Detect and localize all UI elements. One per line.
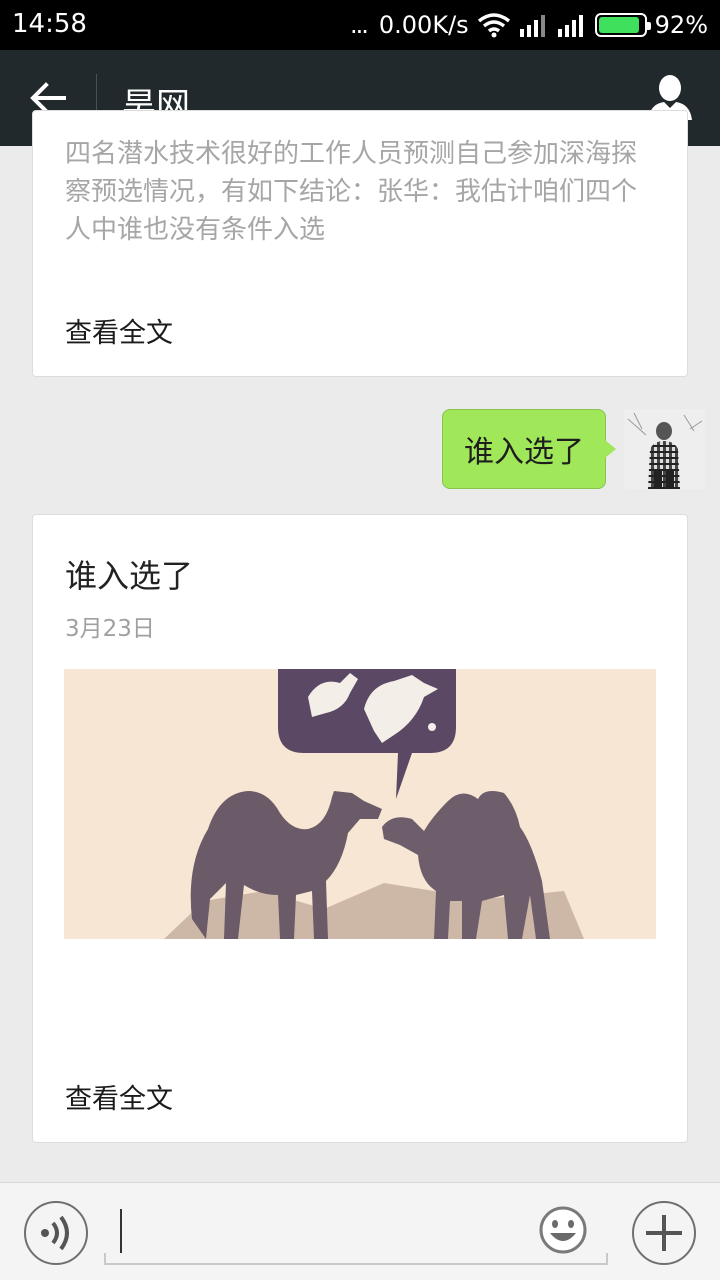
voice-button[interactable]	[24, 1201, 88, 1265]
read-full-text-link[interactable]: 查看全文	[65, 311, 173, 350]
sent-message-bubble[interactable]: 谁入选了	[442, 409, 616, 489]
article-cover-image	[64, 669, 656, 939]
emoji-button[interactable]	[538, 1205, 588, 1255]
text-cursor	[120, 1209, 122, 1253]
read-full-text-link[interactable]: 查看全文	[65, 1077, 173, 1116]
message-text: 谁入选了	[464, 435, 584, 470]
article-excerpt: 四名潜水技术很好的工作人员预测自己参加深海探察预选情况，有如下结论：张华：我估计…	[65, 139, 638, 245]
plus-icon	[646, 1215, 682, 1251]
article-card[interactable]: 四名潜水技术很好的工作人员预测自己参加深海探察预选情况，有如下结论：张华：我估计…	[32, 110, 688, 377]
status-time: 14:58	[12, 9, 87, 39]
status-bar: 14:58 ... 0.00K/s 92%	[0, 0, 720, 50]
status-dots: ...	[350, 11, 369, 39]
avatar[interactable]	[624, 409, 705, 489]
wifi-icon	[477, 13, 510, 38]
article-card[interactable]: 谁入选了 3月23日 查看全文	[32, 514, 688, 1143]
article-date: 3月23日	[65, 616, 155, 642]
battery-fill	[598, 17, 640, 33]
smiley-icon	[539, 1206, 587, 1254]
battery-icon	[594, 13, 651, 37]
avatar-photo	[624, 409, 705, 489]
signal-icon	[519, 15, 545, 37]
message-input[interactable]	[104, 1199, 608, 1265]
status-right: ... 0.00K/s 92%	[350, 9, 708, 41]
signal-icon	[557, 15, 583, 37]
article-title: 谁入选了	[65, 557, 194, 595]
more-options-button[interactable]	[632, 1201, 696, 1265]
network-speed: 0.00K/s	[378, 11, 469, 39]
battery-percent: 92%	[654, 11, 708, 39]
voice-icon	[41, 1215, 69, 1251]
input-bar	[0, 1182, 720, 1280]
